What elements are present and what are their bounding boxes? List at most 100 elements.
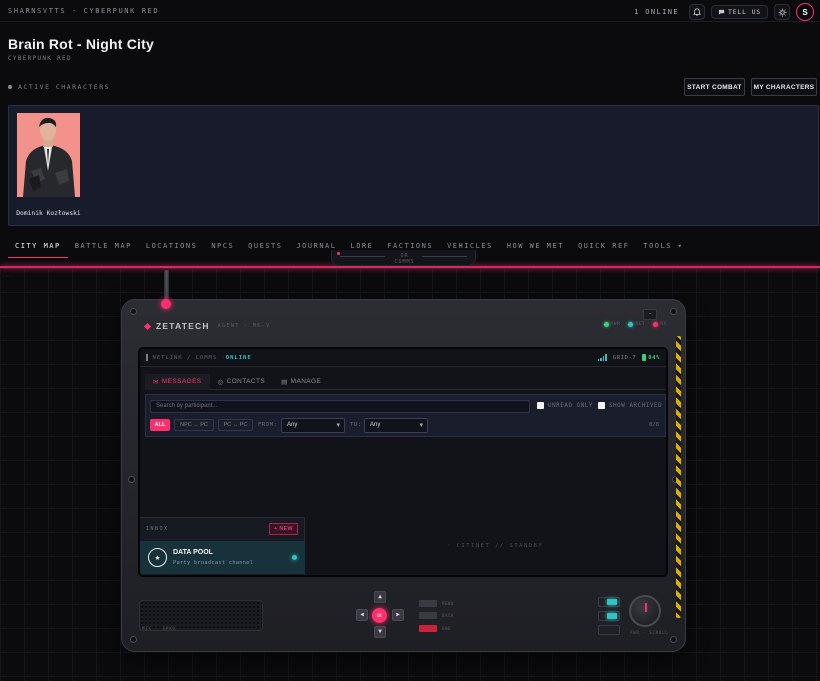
device-screen: NETLINK / COMMS · ONLINE GRID-7 84% ✉ MES… xyxy=(138,347,668,577)
led-net-label: NET xyxy=(635,322,646,327)
top-bar-actions: 1 ONLINE TELL US S xyxy=(634,3,814,21)
hazard-stripe xyxy=(676,336,681,618)
screw xyxy=(128,476,135,483)
screen-indicators: GRID-7 84% xyxy=(597,354,660,361)
channel-item-data-pool[interactable]: ★ DATA POOL Party broadcast channel xyxy=(140,541,305,574)
tab-messages[interactable]: ✉ MESSAGES xyxy=(145,373,210,390)
messages-icon: ✉ xyxy=(153,378,159,386)
tab-battle-map[interactable]: BATTLE MAP xyxy=(68,238,139,258)
page-title: Brain Rot - Night City xyxy=(8,36,154,52)
dpad-ok-button[interactable]: OK xyxy=(372,608,387,623)
tab-contacts[interactable]: ◎ CONTACTS xyxy=(210,374,274,390)
toggle-switch-2[interactable] xyxy=(598,611,620,621)
battery-level: 84% xyxy=(648,354,660,361)
active-characters-panel: Dominik Kozłowski xyxy=(8,105,819,226)
online-count: 1 ONLINE xyxy=(634,8,679,16)
character-card[interactable]: Dominik Kozłowski xyxy=(16,113,81,217)
tab-messages-label: MESSAGES xyxy=(161,378,202,385)
led-power: PWR xyxy=(603,322,621,327)
dpad-left-button[interactable]: ◀ xyxy=(356,609,368,621)
tab-tools[interactable]: TOOLS ▾ xyxy=(636,238,690,258)
theme-toggle-button[interactable] xyxy=(774,4,790,20)
battery-indicator: 84% xyxy=(642,354,660,361)
to-select[interactable]: Any xyxy=(364,418,428,433)
tab-underline-bar xyxy=(0,266,820,268)
battery-icon xyxy=(642,354,647,361)
minimize-device-button[interactable]: - xyxy=(643,309,657,320)
participant-search-input[interactable]: Search by participant... xyxy=(150,400,530,413)
message-filters: Search by participant... UNREAD ONLY SHO… xyxy=(145,394,666,437)
tab-contacts-label: CONTACTS xyxy=(226,378,266,385)
tell-us-button[interactable]: TELL US xyxy=(711,5,768,19)
sun-icon xyxy=(777,7,787,17)
tab-manage[interactable]: ▤ MANAGE xyxy=(273,374,329,390)
manage-icon: ▤ xyxy=(281,378,288,386)
star-icon: ★ xyxy=(148,548,167,567)
status-bar-marker xyxy=(146,354,148,361)
power-scroll-knob[interactable] xyxy=(629,595,661,627)
knob-indicator xyxy=(645,603,647,612)
filter-npc-pc-button[interactable]: NPC ↔ PC xyxy=(174,419,214,431)
channel-description: Party broadcast channel xyxy=(173,560,254,566)
menu-button[interactable] xyxy=(419,600,437,607)
chat-icon xyxy=(718,9,725,15)
device-brand: ZETATECH AGENT · MK-V xyxy=(143,321,271,331)
dpad-down-button[interactable]: ▼ xyxy=(374,626,386,638)
led-rx: RX xyxy=(653,322,667,327)
switch-light xyxy=(607,599,617,605)
screw xyxy=(130,636,137,643)
active-characters-heading: ACTIVE CHARACTERS xyxy=(8,83,110,91)
show-archived-checkbox[interactable]: SHOW ARCHIVED xyxy=(598,402,662,409)
dpad-up-button[interactable]: ▲ xyxy=(374,591,386,603)
led-rx-label: RX xyxy=(660,322,667,327)
back-button-label: BACK xyxy=(442,613,455,618)
led-power-label: PWR xyxy=(610,322,621,327)
tab-npcs[interactable]: NPCS xyxy=(204,238,241,258)
toggle-switch-1[interactable] xyxy=(598,597,620,607)
device-brand-name: ZETATECH xyxy=(156,321,210,331)
signal-icon xyxy=(597,354,607,361)
from-select[interactable]: Any xyxy=(281,418,345,433)
antenna-light xyxy=(161,299,171,309)
inbox-label: INBOX xyxy=(146,526,169,532)
end-button[interactable] xyxy=(419,625,437,632)
led-net: NET xyxy=(628,322,645,327)
show-archived-label: SHOW ARCHIVED xyxy=(609,402,663,409)
tab-how-we-met[interactable]: HOW WE MET xyxy=(500,238,571,258)
dpad-right-button[interactable]: ▶ xyxy=(392,609,404,621)
screw xyxy=(670,636,677,643)
comms-drawer-handle[interactable]: OR COMMS xyxy=(331,250,476,266)
comms-tabs: ✉ MESSAGES ◎ CONTACTS ▤ MANAGE xyxy=(145,373,666,390)
unread-only-checkbox[interactable]: UNREAD ONLY xyxy=(537,402,593,409)
checkbox-box xyxy=(537,402,544,409)
tab-city-map[interactable]: CITY MAP xyxy=(8,238,68,258)
message-count: 0/0 xyxy=(649,422,659,428)
back-button[interactable] xyxy=(419,612,437,619)
inbox-panel: INBOX + NEW ★ DATA POOL Party broadcast … xyxy=(140,517,305,575)
user-avatar-button[interactable]: S xyxy=(796,3,814,21)
notifications-button[interactable] xyxy=(689,4,705,20)
my-characters-button[interactable]: MY CHARACTERS xyxy=(751,78,817,96)
bullet-icon xyxy=(8,85,12,89)
to-label: TO: xyxy=(350,422,362,428)
contacts-icon: ◎ xyxy=(217,378,224,386)
map-corner-label: ◦◦◦ xyxy=(2,274,15,280)
tab-quests[interactable]: QUESTS xyxy=(241,238,289,258)
toggle-switch-3[interactable] xyxy=(598,625,620,635)
start-combat-button[interactable]: START COMBAT xyxy=(684,78,745,96)
handle-label-line-2: COMMS xyxy=(394,259,415,265)
top-bar: SHARNSVTTS · CYBERPUNK RED 1 ONLINE TELL… xyxy=(0,0,820,22)
directional-pad: ▲ ▼ ◀ ▶ OK xyxy=(349,591,411,639)
screen-path: NETLINK / COMMS · xyxy=(152,354,226,361)
tab-locations[interactable]: LOCATIONS xyxy=(139,238,204,258)
filter-pc-pc-button[interactable]: PC ↔ PC xyxy=(218,419,253,431)
switch-light xyxy=(607,613,617,619)
tab-manage-label: MANAGE xyxy=(290,378,322,385)
screen-status-bar: NETLINK / COMMS · ONLINE xyxy=(140,349,666,367)
tab-quick-ref[interactable]: QUICK REF xyxy=(571,238,636,258)
page-subtitle: CYBERPUNK RED xyxy=(8,55,72,62)
filter-all-button[interactable]: ALL xyxy=(150,419,170,431)
new-message-button[interactable]: + NEW xyxy=(269,523,298,535)
checkbox-box xyxy=(598,402,605,409)
device-model: AGENT · MK-V xyxy=(217,323,271,329)
